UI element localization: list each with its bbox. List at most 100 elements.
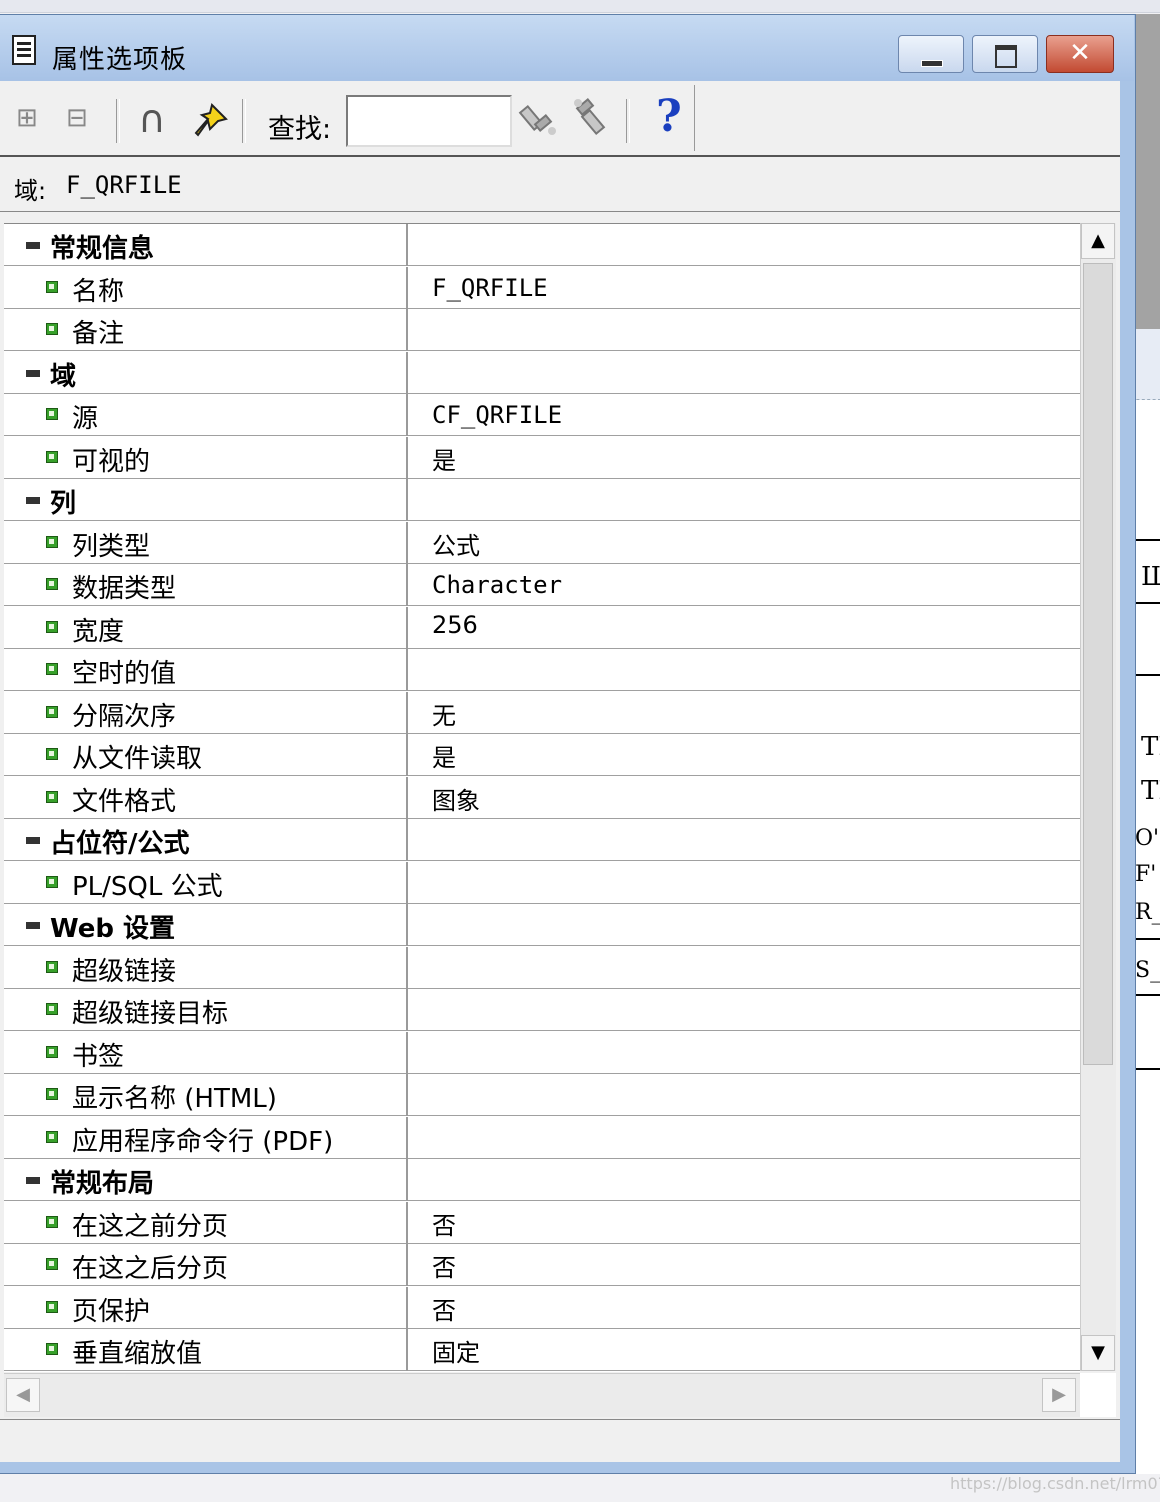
vertical-scrollbar[interactable]: ▲ ▼	[1080, 223, 1116, 1371]
category-row[interactable]: 域	[4, 352, 1080, 394]
property-row[interactable]: 空时的值	[4, 649, 1080, 691]
property-row[interactable]: 从文件读取 是	[4, 734, 1080, 776]
column-divider[interactable]	[406, 522, 408, 564]
close-button[interactable]: ✕	[1046, 35, 1114, 73]
find-previous-icon[interactable]	[518, 97, 562, 141]
category-row[interactable]: 常规布局	[4, 1159, 1080, 1201]
property-value[interactable]: 是	[432, 738, 456, 773]
property-row[interactable]: 数据类型 Character	[4, 564, 1080, 606]
scroll-left-button[interactable]: ◀	[6, 1378, 40, 1412]
collapse-minus-icon[interactable]	[26, 370, 40, 377]
column-divider[interactable]	[406, 819, 408, 861]
column-divider[interactable]	[406, 1074, 408, 1116]
collapse-minus-icon[interactable]	[26, 497, 40, 504]
property-row[interactable]: 在这之后分页 否	[4, 1244, 1080, 1286]
property-row[interactable]: 在这之前分页 否	[4, 1202, 1080, 1244]
property-row[interactable]: 源 CF_QRFILE	[4, 394, 1080, 436]
property-palette-window: 属性选项板 ✕ ⊞ ⊟ ∩ 查找: ? 域: F_QRFILE 常规信息 名称 …	[0, 14, 1136, 1474]
property-row[interactable]: 显示名称 (HTML)	[4, 1074, 1080, 1116]
intersection-icon[interactable]: ∩	[138, 97, 166, 141]
collapse-minus-icon[interactable]	[26, 1177, 40, 1184]
property-value[interactable]: 否	[432, 1291, 456, 1326]
property-row[interactable]: 列类型 公式	[4, 522, 1080, 564]
category-name: 常规信息	[50, 234, 155, 264]
category-row[interactable]: 占位符/公式	[4, 819, 1080, 861]
window-title: 属性选项板	[52, 45, 188, 75]
property-row[interactable]: 页保护 否	[4, 1287, 1080, 1329]
property-row[interactable]: 名称 F_QRFILE	[4, 267, 1080, 309]
category-name: 占位符/公式	[50, 829, 190, 859]
expand-all-icon[interactable]: ⊞	[16, 103, 38, 133]
column-divider[interactable]	[406, 352, 408, 394]
column-divider[interactable]	[406, 1287, 408, 1329]
collapse-minus-icon[interactable]	[26, 922, 40, 929]
column-divider[interactable]	[406, 394, 408, 436]
find-input[interactable]	[346, 95, 512, 147]
property-value[interactable]: 否	[432, 1248, 456, 1283]
scroll-up-button[interactable]: ▲	[1081, 223, 1115, 259]
collapse-minus-icon[interactable]	[26, 242, 40, 249]
category-row[interactable]: 列	[4, 479, 1080, 521]
property-row[interactable]: 宽度 256	[4, 607, 1080, 649]
column-divider[interactable]	[406, 1159, 408, 1201]
column-divider[interactable]	[406, 1244, 408, 1286]
property-value[interactable]: 256	[432, 611, 478, 639]
column-divider[interactable]	[406, 309, 408, 351]
property-row[interactable]: 超级链接	[4, 947, 1080, 989]
column-divider[interactable]	[406, 1329, 408, 1371]
column-divider[interactable]	[406, 862, 408, 904]
property-value[interactable]: 固定	[432, 1333, 480, 1368]
title-bar[interactable]: 属性选项板 ✕	[0, 15, 1134, 81]
column-divider[interactable]	[406, 734, 408, 776]
maximize-button[interactable]	[972, 35, 1038, 73]
scroll-thumb[interactable]	[1083, 263, 1113, 1065]
column-divider[interactable]	[406, 1202, 408, 1244]
property-row[interactable]: 备注	[4, 309, 1080, 351]
column-divider[interactable]	[406, 947, 408, 989]
column-divider[interactable]	[406, 777, 408, 819]
property-value[interactable]: 是	[432, 441, 456, 476]
property-value[interactable]: CF_QRFILE	[432, 401, 562, 429]
column-divider[interactable]	[406, 564, 408, 606]
background-fragment: TI	[1141, 732, 1160, 762]
pin-icon[interactable]	[190, 101, 230, 141]
scroll-down-button[interactable]: ▼	[1081, 1335, 1115, 1371]
property-value[interactable]: 否	[432, 1206, 456, 1241]
property-name: 宽度	[72, 617, 125, 647]
property-bullet-icon	[46, 578, 58, 590]
column-divider[interactable]	[406, 607, 408, 649]
property-row[interactable]: PL/SQL 公式	[4, 862, 1080, 904]
background-fragment: R_	[1135, 900, 1160, 925]
property-row[interactable]: 超级链接目标	[4, 989, 1080, 1031]
column-divider[interactable]	[406, 267, 408, 309]
property-row[interactable]: 垂直缩放值 固定	[4, 1329, 1080, 1371]
minimize-button[interactable]	[898, 35, 964, 73]
category-row[interactable]: 常规信息	[4, 224, 1080, 266]
property-value[interactable]: 图象	[432, 781, 480, 816]
column-divider[interactable]	[406, 904, 408, 946]
find-next-icon[interactable]	[570, 97, 614, 141]
column-divider[interactable]	[406, 224, 408, 266]
property-value[interactable]: 无	[432, 696, 456, 731]
property-value[interactable]: Character	[432, 571, 562, 599]
column-divider[interactable]	[406, 692, 408, 734]
column-divider[interactable]	[406, 479, 408, 521]
property-value[interactable]: 公式	[432, 526, 480, 561]
column-divider[interactable]	[406, 1117, 408, 1159]
property-row[interactable]: 文件格式 图象	[4, 777, 1080, 819]
column-divider[interactable]	[406, 989, 408, 1031]
horizontal-scrollbar[interactable]: ◀ ▶	[4, 1373, 1080, 1417]
property-row[interactable]: 书签	[4, 1032, 1080, 1074]
property-value[interactable]: F_QRFILE	[432, 274, 548, 302]
collapse-minus-icon[interactable]	[26, 837, 40, 844]
help-icon[interactable]: ?	[656, 91, 682, 142]
property-row[interactable]: 分隔次序 无	[4, 692, 1080, 734]
collapse-all-icon[interactable]: ⊟	[66, 103, 88, 133]
property-row[interactable]: 可视的 是	[4, 437, 1080, 479]
scroll-right-button[interactable]: ▶	[1042, 1378, 1076, 1412]
column-divider[interactable]	[406, 437, 408, 479]
column-divider[interactable]	[406, 649, 408, 691]
property-row[interactable]: 应用程序命令行 (PDF)	[4, 1117, 1080, 1159]
category-row[interactable]: Web 设置	[4, 904, 1080, 946]
column-divider[interactable]	[406, 1032, 408, 1074]
